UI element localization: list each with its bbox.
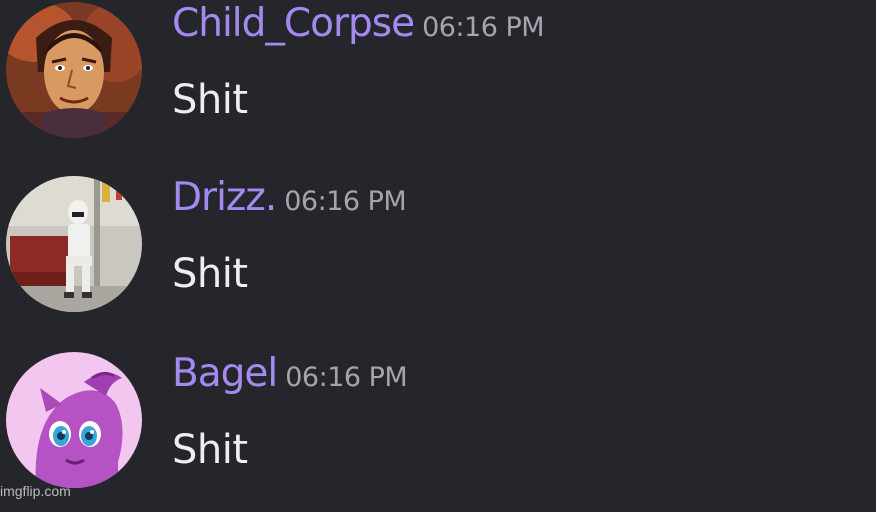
timestamp: 06:16 PM bbox=[422, 12, 545, 43]
avatar[interactable] bbox=[6, 2, 142, 138]
username[interactable]: Drizz. bbox=[172, 175, 277, 220]
avatar[interactable] bbox=[6, 176, 142, 312]
message-header: Drizz. 06:16 PM bbox=[172, 175, 407, 220]
message-header: Child_Corpse 06:16 PM bbox=[172, 1, 545, 46]
username[interactable]: Child_Corpse bbox=[172, 1, 415, 46]
avatar[interactable] bbox=[6, 352, 142, 488]
chat-message: Child_Corpse 06:16 PM Shit bbox=[0, 2, 876, 162]
message-content: Shit bbox=[172, 427, 248, 473]
chat-message: Drizz. 06:16 PM Shit bbox=[0, 176, 876, 336]
chat-message-list: Child_Corpse 06:16 PM Shit Drizz. 06:16 … bbox=[0, 0, 876, 499]
message-header: Bagel 06:16 PM bbox=[172, 351, 408, 396]
username[interactable]: Bagel bbox=[172, 351, 278, 396]
message-content: Shit bbox=[172, 251, 248, 297]
timestamp: 06:16 PM bbox=[285, 362, 408, 393]
cartoon-man-avatar-icon bbox=[6, 2, 142, 138]
message-content: Shit bbox=[172, 77, 248, 123]
purple-pony-avatar-icon bbox=[6, 352, 142, 488]
chat-message: Bagel 06:16 PM Shit bbox=[0, 352, 876, 512]
watermark: imgflip.com bbox=[0, 483, 71, 499]
timestamp: 06:16 PM bbox=[284, 186, 407, 217]
stormtrooper-photo-avatar-icon bbox=[6, 176, 142, 312]
